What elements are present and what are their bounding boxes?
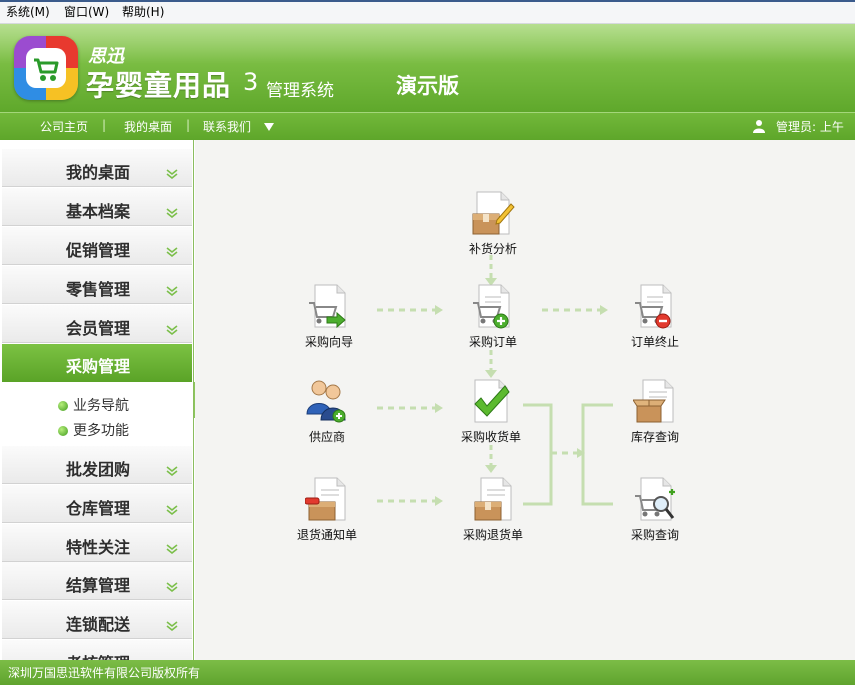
flow-node-label: 采购向导	[304, 335, 353, 349]
sidebar-item-label: 考核管理	[66, 650, 130, 660]
flow-node-label: 采购查询	[630, 528, 679, 542]
flow-node-return-notice[interactable]: 退货通知单	[275, 476, 375, 546]
flow-node-label: 补货分析	[468, 242, 517, 256]
sidebar-item-warehouse[interactable]: 仓库管理	[2, 485, 192, 523]
sidebar-item-purchase[interactable]: 采购管理	[2, 344, 192, 382]
sidebar-item-my-desktop[interactable]: 我的桌面	[2, 149, 192, 187]
chevron-down-icon	[166, 208, 178, 218]
chevron-down-icon	[166, 505, 178, 515]
box-doc-icon	[474, 477, 512, 521]
checkmark-doc-icon	[474, 379, 510, 423]
sidebar-item-chain-distribution[interactable]: 连锁配送	[2, 601, 192, 639]
flow-node-purchase-receipt[interactable]: 采购收货单	[439, 378, 539, 448]
sidebar-item-retail[interactable]: 零售管理	[2, 266, 192, 304]
bullet-icon	[58, 401, 68, 411]
flow-node-label: 采购订单	[468, 335, 517, 349]
status-footer: 深圳万国思迅软件有限公司版权所有	[0, 660, 855, 685]
sidebar-item-label: 零售管理	[66, 280, 131, 299]
flow-node-label: 供应商	[308, 430, 345, 444]
flow-node-label: 采购收货单	[460, 430, 521, 444]
chevron-down-icon	[166, 286, 178, 296]
sidebar-item-basic-files[interactable]: 基本档案	[2, 188, 192, 226]
user-icon	[753, 120, 765, 133]
users-icon	[306, 380, 346, 423]
user-status: 管理员: 上午	[776, 120, 844, 134]
nav-contact-us[interactable]: 联系我们	[203, 118, 251, 135]
menu-system[interactable]: 系统(M)	[6, 0, 50, 24]
sidebar-item-label: 采购管理	[66, 357, 131, 376]
box-minus-icon	[305, 477, 346, 521]
sidebar-sub-more-functions[interactable]: 更多功能	[58, 420, 129, 440]
cart-plus-icon	[473, 284, 510, 329]
brand-system: 管理系统	[266, 81, 334, 101]
flow-node-stock-query[interactable]: 库存查询	[603, 378, 703, 448]
sidebar-item-assessment[interactable]: 考核管理	[2, 640, 192, 660]
menu-bar: 系统(M) 窗口(W) 帮助(H)	[0, 0, 855, 24]
brand-version: 3	[243, 68, 259, 96]
sidebar-item-label: 特性关注	[66, 538, 131, 557]
chevron-down-icon	[166, 247, 178, 257]
menu-window[interactable]: 窗口(W)	[64, 0, 109, 24]
stroller-icon	[34, 58, 59, 81]
sidebar-item-label: 基本档案	[66, 202, 131, 221]
flow-node-replenish-analysis[interactable]: 补货分析	[441, 190, 541, 260]
nav-company-home[interactable]: 公司主页	[40, 118, 88, 135]
sidebar-item-label: 促销管理	[66, 241, 131, 260]
nav-separator: |	[186, 118, 191, 132]
nav-bar: 公司主页 | 我的桌面 | 联系我们 管理员: 上午	[0, 112, 855, 140]
nav-separator: |	[102, 118, 107, 132]
sidebar-item-label: 结算管理	[66, 576, 131, 595]
sidebar: 我的桌面 基本档案 促销管理 零售管理 会员管理 采购管理 业务导航 更多功能 …	[0, 140, 194, 660]
sidebar-item-label: 会员管理	[66, 319, 131, 338]
flow-node-supplier[interactable]: 供应商	[275, 378, 375, 448]
edition-label: 演示版	[396, 73, 459, 98]
app-header: 思迅 孕婴童用品 3 管理系统 演示版	[0, 24, 855, 112]
copyright-text: 深圳万国思迅软件有限公司版权所有	[8, 666, 201, 680]
purchase-flow-panel: 补货分析 采购向导 采购订单 订单终止 供应商 采购收货单 库存查询 退货通知单…	[195, 140, 855, 660]
sidebar-item-label: 仓库管理	[66, 499, 131, 518]
sidebar-item-promotion[interactable]: 促销管理	[2, 227, 192, 265]
sidebar-item-member[interactable]: 会员管理	[2, 305, 192, 343]
sidebar-item-settlement[interactable]: 结算管理	[2, 562, 192, 600]
app-logo	[14, 36, 78, 100]
flow-node-label: 退货通知单	[296, 528, 357, 542]
sidebar-item-label: 连锁配送	[66, 615, 131, 634]
sidebar-item-label: 批发团购	[66, 460, 131, 479]
flow-node-purchase-wizard[interactable]: 采购向导	[277, 283, 377, 353]
flow-node-purchase-query[interactable]: 采购查询	[603, 476, 703, 546]
chevron-down-icon	[166, 582, 178, 592]
chevron-down-icon	[166, 466, 178, 476]
cart-minus-icon	[635, 284, 672, 329]
chevron-down-icon	[166, 169, 178, 179]
flow-node-purchase-return[interactable]: 采购退货单	[441, 476, 541, 546]
chevron-down-icon[interactable]	[264, 123, 274, 131]
sidebar-item-wholesale[interactable]: 批发团购	[2, 446, 192, 484]
bullet-icon	[58, 426, 68, 436]
flow-node-label: 订单终止	[630, 335, 679, 349]
open-box-icon	[633, 379, 674, 423]
flow-node-purchase-order[interactable]: 采购订单	[441, 283, 541, 353]
chevron-down-icon	[166, 544, 178, 554]
menu-help[interactable]: 帮助(H)	[122, 0, 164, 24]
cart-arrow-icon	[309, 284, 346, 329]
flow-node-label: 库存查询	[630, 430, 679, 444]
flow-node-label: 采购退货单	[462, 528, 523, 542]
nav-my-desktop[interactable]: 我的桌面	[124, 118, 172, 135]
cart-search-icon	[635, 477, 675, 521]
box-pencil-icon	[472, 191, 515, 235]
sidebar-sub-business-nav[interactable]: 业务导航	[58, 395, 129, 415]
sidebar-item-attention[interactable]: 特性关注	[2, 524, 192, 562]
chevron-down-icon	[166, 621, 178, 631]
chevron-down-icon	[166, 325, 178, 335]
sidebar-item-label: 我的桌面	[66, 163, 131, 182]
brand-product: 孕婴童用品	[86, 69, 232, 102]
flow-node-order-terminate[interactable]: 订单终止	[603, 283, 703, 353]
